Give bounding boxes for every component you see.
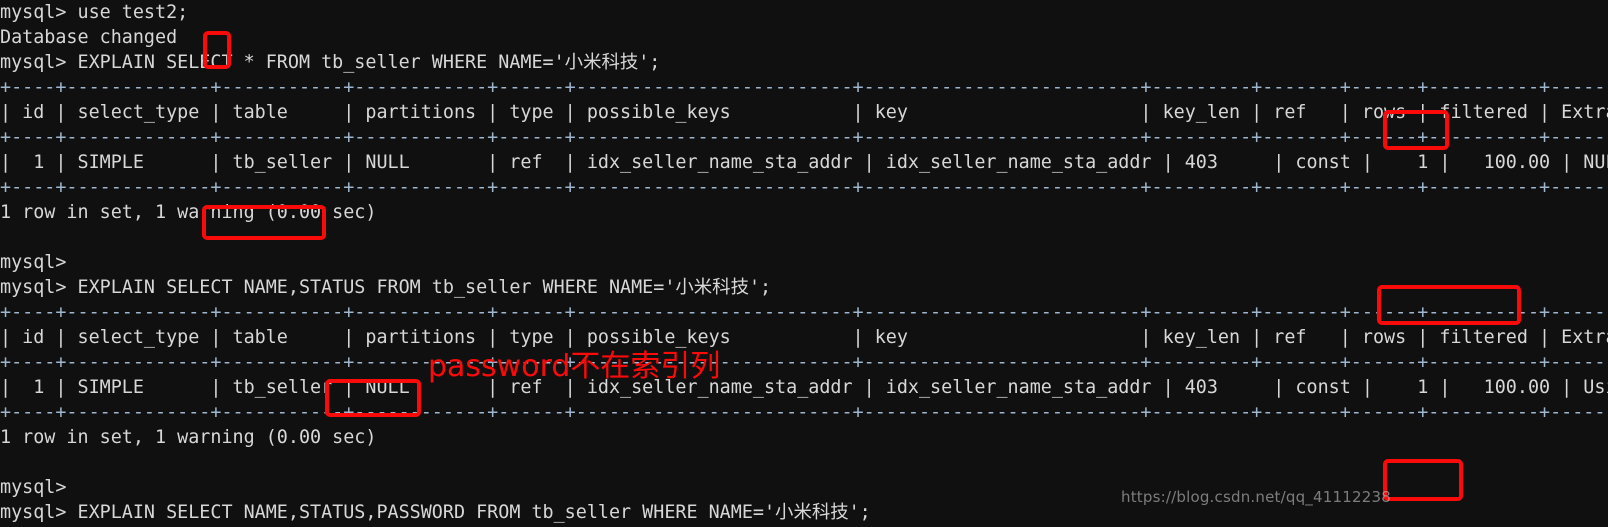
terminal-line: +----+-------------+-----------+--------… (0, 402, 1608, 423)
terminal-line: 1 row in set, 1 warning (0.00 sec) (0, 202, 377, 223)
terminal-window: mysql> use test2; Database changed mysql> … (0, 0, 1608, 527)
terminal-line: | 1 | SIMPLE | tb_seller | NULL | ref | … (0, 152, 1608, 173)
csdn-watermark: https://blog.csdn.net/qq_41112238 (1121, 488, 1391, 506)
terminal-line: mysql> (0, 252, 67, 273)
terminal-line: +----+-------------+-----------+--------… (0, 177, 1608, 198)
terminal-line: +----+-------------+-----------+--------… (0, 127, 1608, 148)
terminal-output: mysql> use test2; Database changed mysql> … (0, 0, 1608, 527)
terminal-line: Database changed (0, 27, 178, 48)
terminal-line: 1 row in set, 1 warning (0.00 sec) (0, 427, 377, 448)
terminal-line: +----+-------------+-----------+--------… (0, 77, 1608, 98)
terminal-line: mysql> use test2; (0, 2, 189, 23)
terminal-line: | id | select_type | table | partitions … (0, 327, 1608, 348)
terminal-line: | id | select_type | table | partitions … (0, 102, 1608, 123)
terminal-line: +----+-------------+-----------+--------… (0, 302, 1608, 323)
terminal-line: mysql> EXPLAIN SELECT NAME,STATUS FROM t… (0, 277, 772, 298)
terminal-line: | 1 | SIMPLE | tb_seller | NULL | ref | … (0, 377, 1608, 398)
annotation-note: password不在索引列 (428, 349, 721, 384)
terminal-line: +----+-------------+-----------+--------… (0, 352, 1608, 373)
terminal-line: mysql> EXPLAIN SELECT * FROM tb_seller W… (0, 52, 661, 73)
